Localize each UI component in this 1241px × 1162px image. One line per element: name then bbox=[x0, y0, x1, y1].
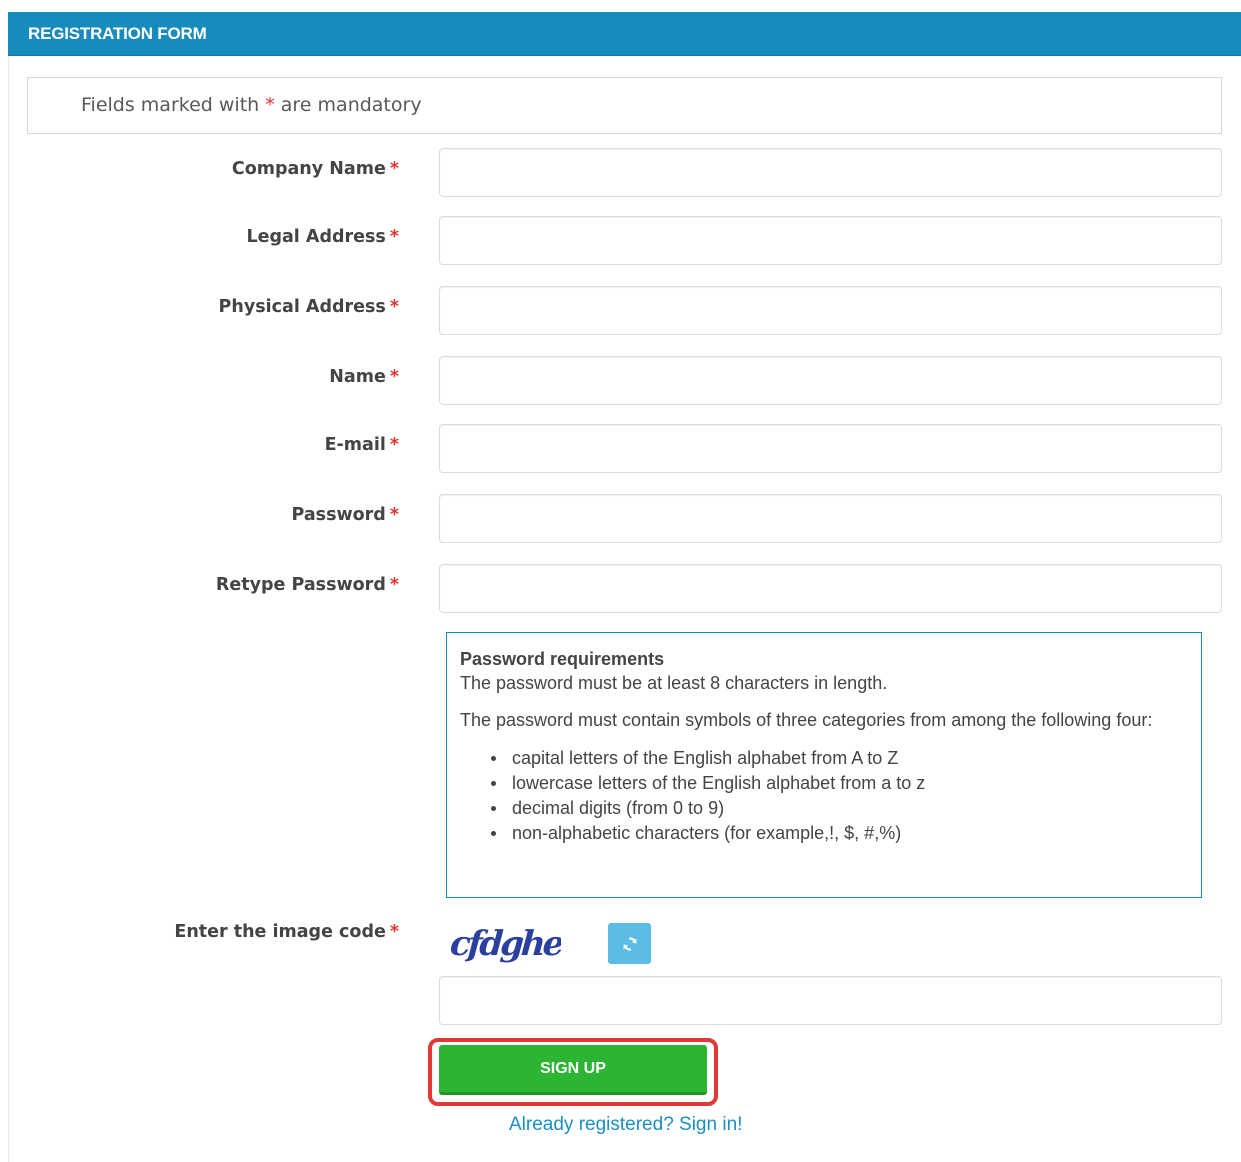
company-name-label: Company Name * bbox=[231, 159, 399, 179]
captcha-input[interactable] bbox=[439, 976, 1222, 1025]
name-label: Name * bbox=[329, 367, 399, 387]
physical-address-label: Physical Address * bbox=[218, 297, 399, 317]
captcha-image: cfdghe bbox=[451, 924, 561, 964]
password-requirements-title: Password requirements bbox=[460, 649, 665, 669]
captcha-label: Enter the image code * bbox=[174, 922, 399, 942]
refresh-icon bbox=[623, 936, 636, 951]
name-input[interactable] bbox=[439, 356, 1222, 405]
company-name-input[interactable] bbox=[439, 148, 1222, 197]
password-label: Password * bbox=[291, 505, 399, 525]
signin-link[interactable]: Already registered? Sign in! bbox=[509, 1114, 742, 1136]
retype-password-label: Retype Password * bbox=[215, 575, 399, 595]
legal-address-input[interactable] bbox=[439, 216, 1222, 265]
captcha-code: cfdghe bbox=[451, 924, 561, 964]
form-header: REGISTRATION FORM bbox=[8, 12, 1241, 56]
legal-address-label: Legal Address * bbox=[246, 227, 399, 247]
password-input[interactable] bbox=[439, 494, 1222, 543]
signup-button[interactable]: SIGN UP bbox=[439, 1045, 707, 1095]
password-length-rule: The password must be at least 8 characte… bbox=[460, 673, 888, 693]
password-categories-rule: The password must contain symbols of thr… bbox=[460, 710, 1153, 730]
retype-password-input[interactable] bbox=[439, 564, 1222, 613]
list-item: lowercase letters of the English alphabe… bbox=[488, 771, 1188, 796]
email-label: E-mail * bbox=[324, 435, 399, 455]
mandatory-notice-text: Fields marked with * are mandatory bbox=[81, 94, 422, 116]
required-star: * bbox=[265, 94, 275, 116]
form-title: REGISTRATION FORM bbox=[28, 24, 207, 43]
password-requirements-box: Password requirements The password must … bbox=[446, 632, 1202, 898]
captcha-refresh-button[interactable] bbox=[608, 923, 651, 964]
mandatory-notice: Fields marked with * are mandatory bbox=[27, 77, 1222, 134]
list-item: capital letters of the English alphabet … bbox=[488, 746, 1188, 771]
registration-page: REGISTRATION FORM Fields marked with * a… bbox=[0, 0, 1241, 1162]
password-categories-list: capital letters of the English alphabet … bbox=[488, 746, 1188, 846]
email-input[interactable] bbox=[439, 424, 1222, 473]
physical-address-input[interactable] bbox=[439, 286, 1222, 335]
list-item: non-alphabetic characters (for example,!… bbox=[488, 821, 1188, 846]
list-item: decimal digits (from 0 to 9) bbox=[488, 796, 1188, 821]
